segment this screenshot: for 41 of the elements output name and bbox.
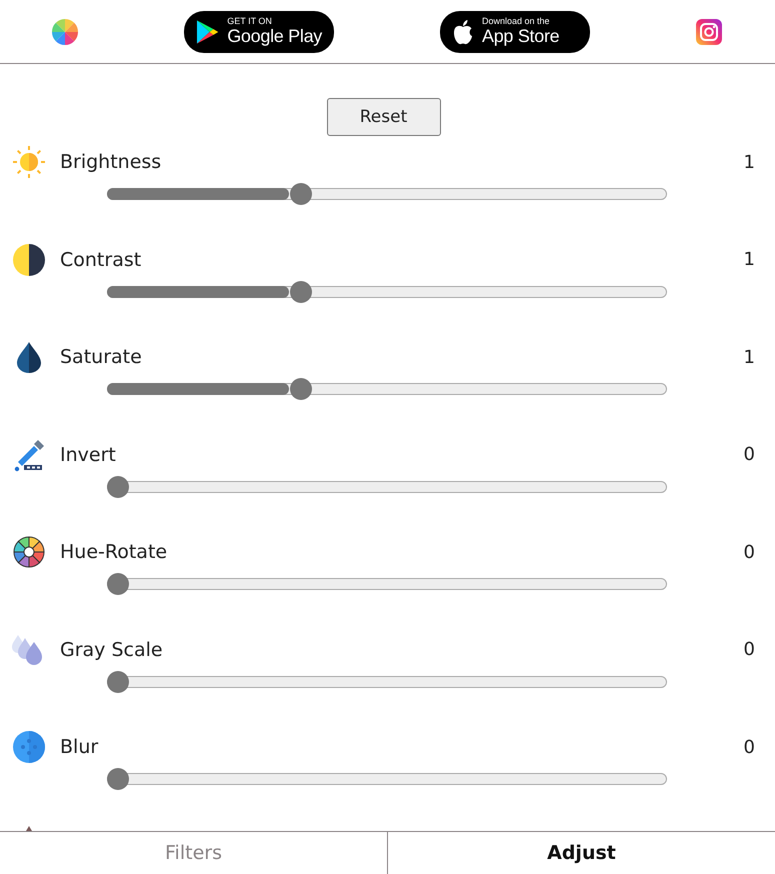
dropper-icon <box>12 438 46 472</box>
adjustment-label: Blur <box>60 736 100 758</box>
adjustment-label: Saturate <box>60 346 143 368</box>
badge-title: App Store <box>482 26 560 46</box>
adjustment-label: Invert <box>60 444 117 466</box>
store-badge[interactable]: Download on the App Store <box>440 10 590 52</box>
adjustment-value: 0 <box>744 444 755 465</box>
blur-icon <box>12 730 46 764</box>
adjustment-value: 1 <box>744 152 755 172</box>
adjustment-value: 0 <box>744 736 755 758</box>
color-wheel-icon[interactable] <box>52 18 78 44</box>
slider-track[interactable] <box>107 383 667 395</box>
slider-track[interactable] <box>107 188 667 200</box>
store-badge[interactable]: GET IT ON Google Play <box>184 10 334 52</box>
adjustment-label: Brightness <box>60 151 162 173</box>
reset-button[interactable]: Reset <box>326 98 440 136</box>
triangle-icon <box>24 825 34 831</box>
slider-thumb[interactable] <box>107 670 129 692</box>
adjustment-label: Hue-Rotate <box>60 541 168 563</box>
camera-icon[interactable] <box>696 18 722 44</box>
contrast-icon <box>12 242 46 276</box>
adjustment-label: Gray Scale <box>60 638 164 660</box>
adjustment-label: Contrast <box>60 248 142 270</box>
adjustment-value: 0 <box>744 542 755 562</box>
slider-thumb[interactable] <box>107 573 129 595</box>
play-triangle-icon <box>196 18 220 44</box>
adjustment-value: 1 <box>744 346 755 368</box>
slider-thumb[interactable] <box>107 768 129 790</box>
sun-icon <box>12 145 46 179</box>
badge-caption: Download on the <box>482 17 551 27</box>
badge-title: Google Play <box>227 26 322 46</box>
badge-caption: GET IT ON <box>227 17 273 27</box>
slider-thumb[interactable] <box>290 183 312 205</box>
apple-icon <box>452 18 474 44</box>
adjustment-value: 0 <box>744 639 755 660</box>
color-wheel-icon <box>12 535 46 569</box>
slider-thumb[interactable] <box>290 378 312 400</box>
slider-thumb[interactable] <box>290 280 312 302</box>
slider-thumb[interactable] <box>107 476 129 498</box>
slider-track[interactable] <box>107 286 667 298</box>
adjustment-value: 1 <box>744 249 755 270</box>
